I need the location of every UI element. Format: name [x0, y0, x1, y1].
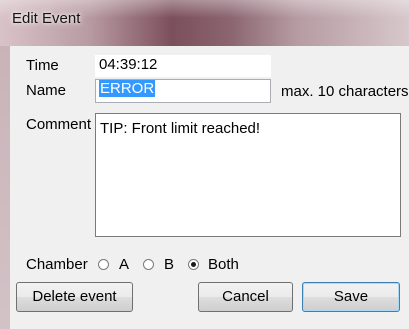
chamber-radio-b[interactable] — [143, 259, 154, 270]
name-input-value: ERROR — [99, 80, 156, 97]
chamber-radio-a-label: A — [119, 256, 130, 273]
chamber-radio-both[interactable] — [188, 259, 199, 270]
save-button[interactable]: Save — [302, 282, 400, 312]
chamber-radio-a[interactable] — [98, 259, 109, 270]
time-label: Time — [26, 57, 59, 74]
time-value: 04:39:12 — [95, 55, 271, 77]
name-max-hint: max. 10 characters — [281, 83, 409, 100]
comment-label: Comment — [26, 116, 92, 133]
chamber-radio-b-label: B — [164, 256, 175, 273]
comment-textarea[interactable]: TIP: Front limit reached! — [95, 113, 401, 237]
title-bar[interactable]: Edit Event — [0, 0, 409, 46]
delete-event-button[interactable]: Delete event — [16, 282, 133, 312]
window-frame — [0, 46, 10, 329]
window-title: Edit Event — [12, 10, 81, 27]
name-label: Name — [26, 82, 67, 99]
name-input[interactable]: ERROR — [95, 79, 271, 103]
radio-selected-dot — [191, 262, 196, 267]
edit-event-dialog: Edit Event Time 04:39:12 Name ERROR max.… — [0, 0, 409, 329]
dialog-body: Time 04:39:12 Name ERROR max. 10 charact… — [10, 46, 409, 329]
cancel-button[interactable]: Cancel — [198, 282, 293, 312]
chamber-label: Chamber — [26, 256, 88, 273]
chamber-radio-both-label: Both — [208, 256, 239, 273]
